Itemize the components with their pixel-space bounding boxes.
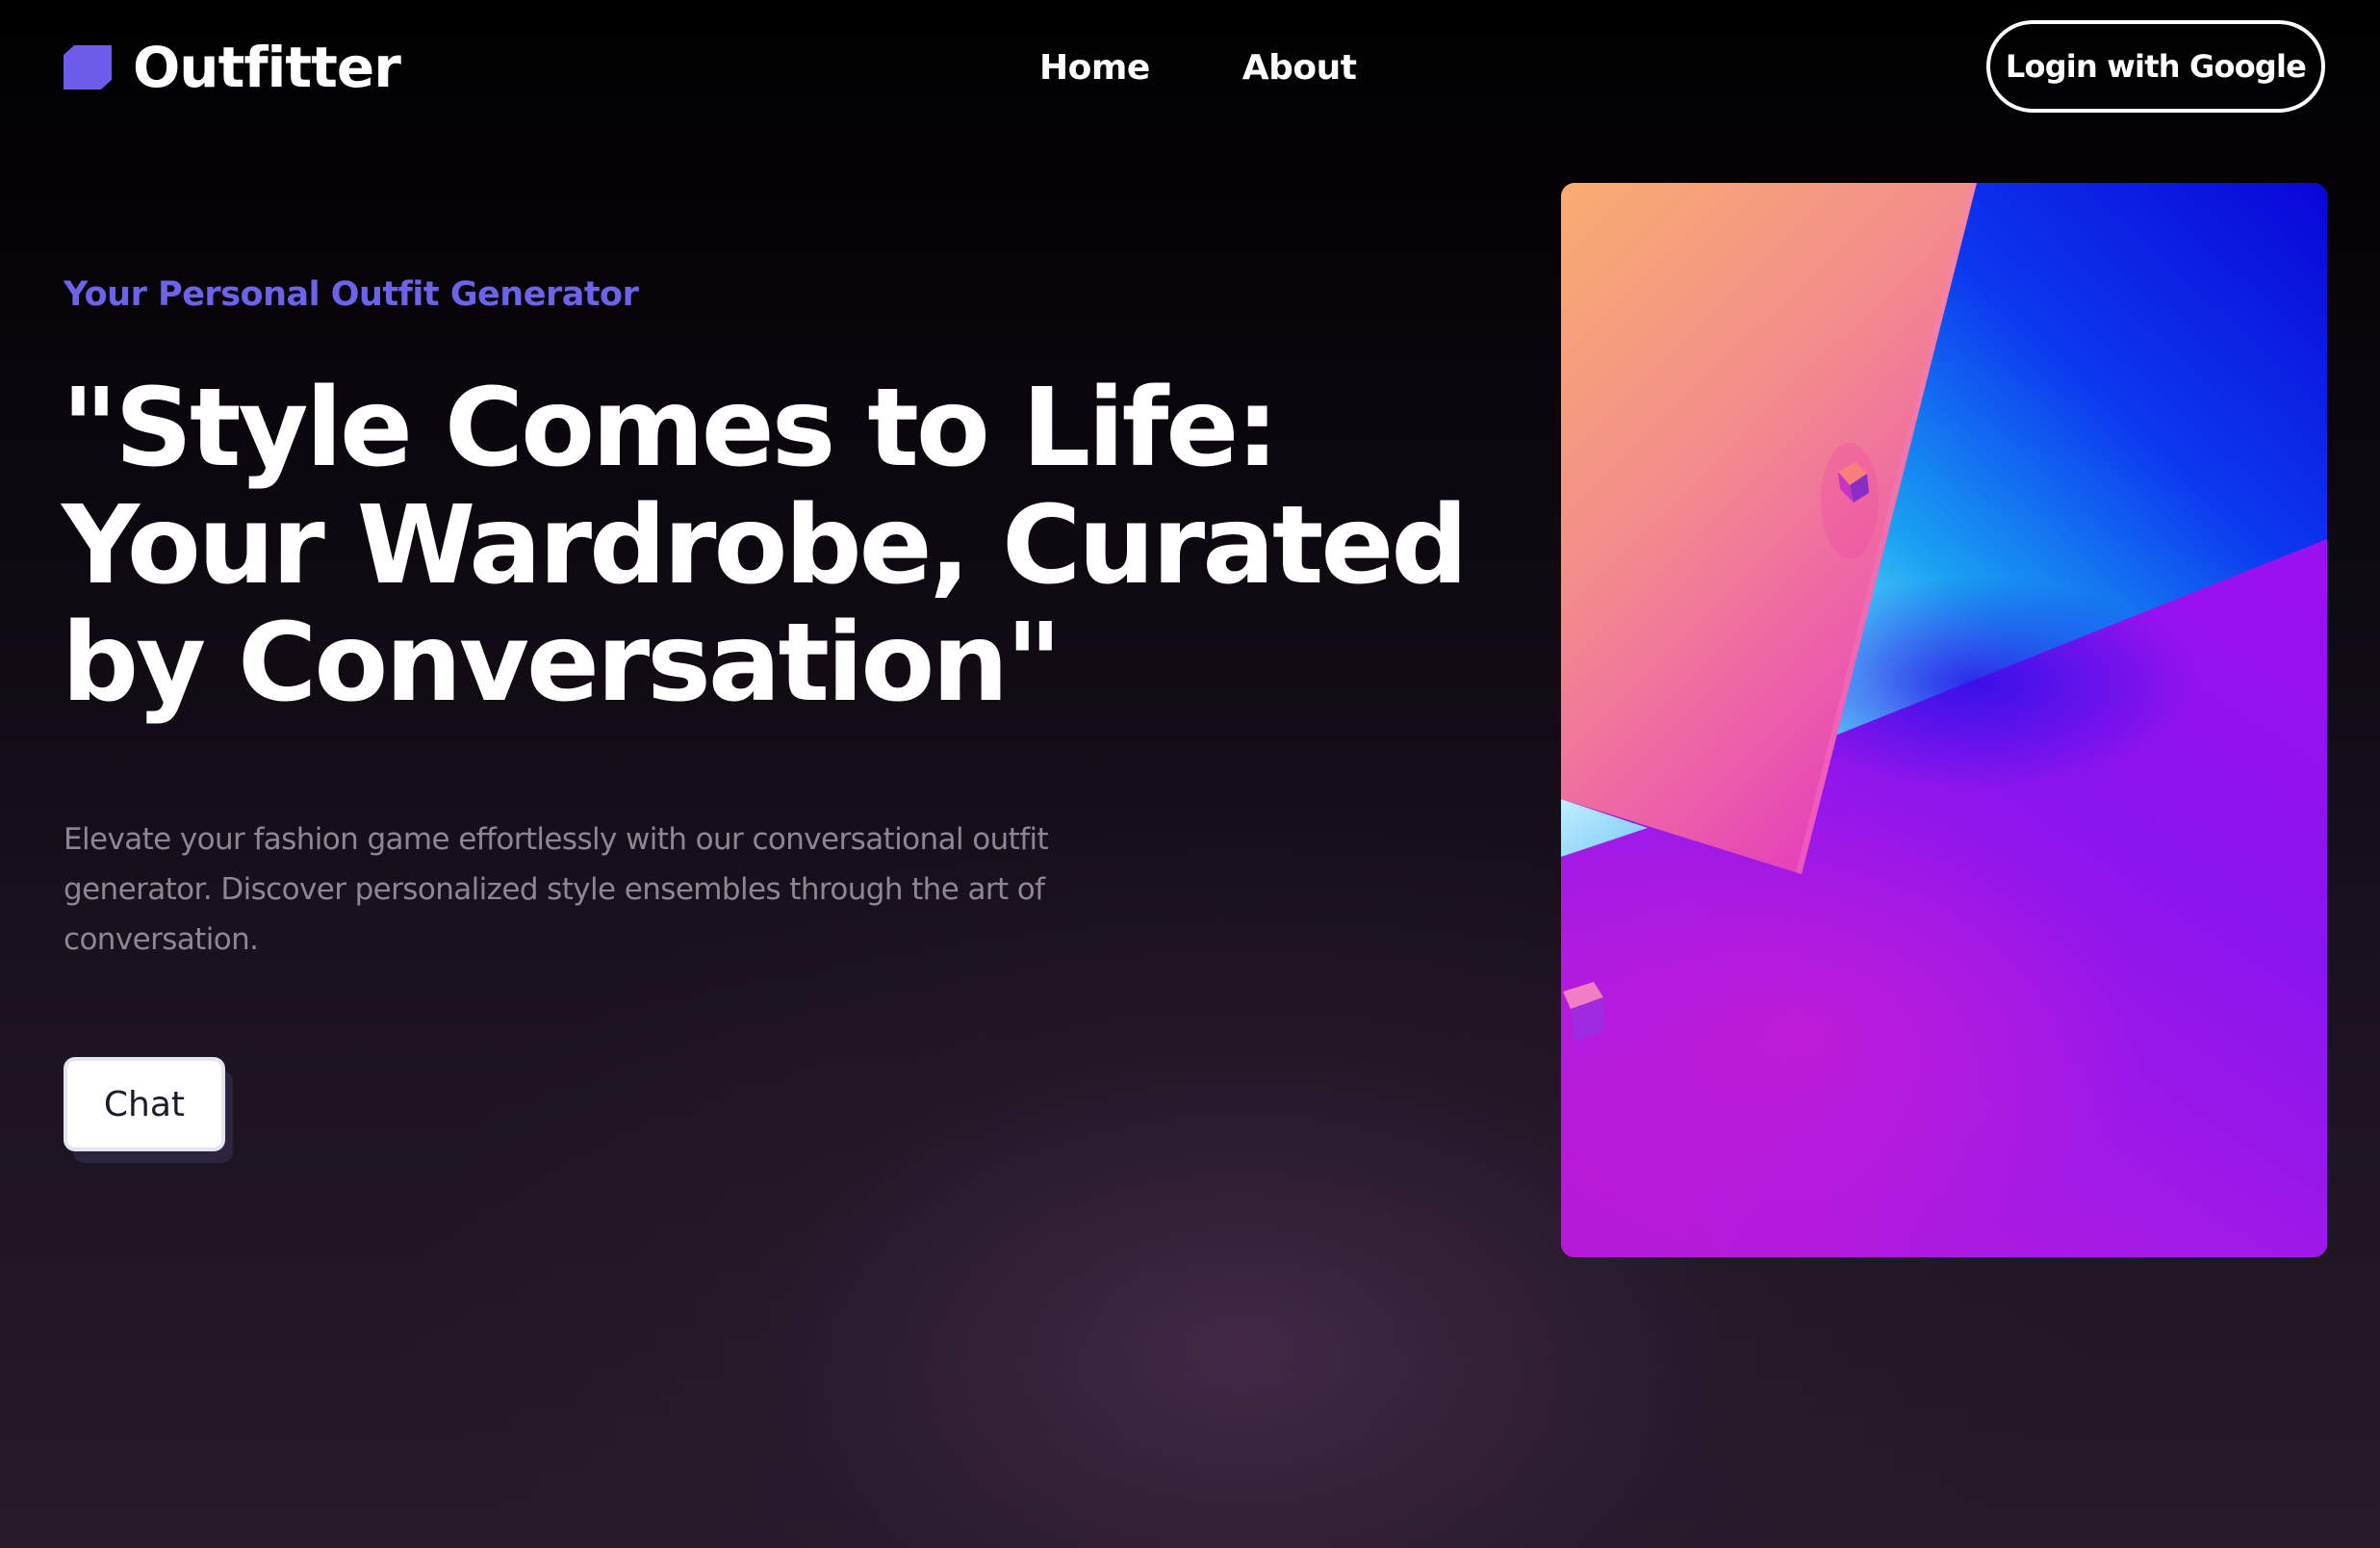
brand-name: Outfitter	[133, 35, 401, 100]
chat-button[interactable]: Chat	[64, 1057, 225, 1151]
login-with-google-button[interactable]: Login with Google	[1986, 20, 2325, 113]
hero-title-line-1: "Style Comes to Life:	[62, 366, 1279, 491]
hero-title-line-2: Your Wardrobe, Curated	[62, 483, 1469, 608]
nav-link-about[interactable]: About	[1242, 48, 1357, 88]
nav-link-home[interactable]: Home	[1039, 48, 1150, 88]
main-nav: Home About	[1039, 39, 1357, 96]
abstract-gradient-image	[1561, 183, 2327, 1257]
hero-title: "Style Comes to Life: Your Wardrobe, Cur…	[62, 366, 1469, 726]
navbar: Outfitter Home About Login with Google	[0, 0, 2380, 135]
hero-description: Elevate your fashion game effortlessly w…	[64, 822, 1049, 957]
hero-eyebrow: Your Personal Outfit Generator	[64, 275, 639, 314]
brand-logo-link[interactable]: Outfitter	[64, 27, 401, 108]
hero-title-line-3: by Conversation"	[62, 601, 1062, 726]
hero-artwork	[1561, 183, 2327, 1257]
logo-mark-icon	[64, 45, 112, 90]
